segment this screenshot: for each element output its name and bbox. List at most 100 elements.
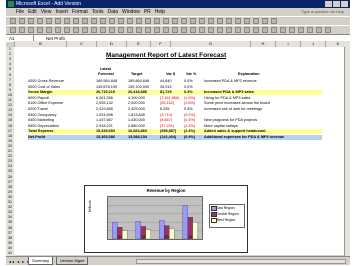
chart-bar[interactable] xyxy=(112,222,118,240)
row-header[interactable]: 11 xyxy=(6,98,14,102)
standard-toolbar-button-icon[interactable] xyxy=(46,18,52,24)
row-header[interactable]: 38 xyxy=(6,236,14,240)
row-header[interactable]: 5 xyxy=(6,67,14,71)
formatting-toolbar-button-icon[interactable] xyxy=(208,27,214,33)
standard-toolbar-button-icon[interactable] xyxy=(10,18,16,24)
formatting-toolbar-button-icon[interactable] xyxy=(307,27,313,33)
maximize-button[interactable] xyxy=(333,1,340,7)
row-header[interactable]: 3 xyxy=(6,57,14,61)
row-header[interactable]: 25 xyxy=(6,169,14,173)
formatting-toolbar-button-icon[interactable] xyxy=(64,27,70,33)
standard-toolbar-button-icon[interactable] xyxy=(181,18,187,24)
formatting-toolbar-button-icon[interactable] xyxy=(163,27,169,33)
standard-toolbar-button-icon[interactable] xyxy=(217,18,223,24)
row-header[interactable]: 27 xyxy=(6,180,14,184)
close-button[interactable] xyxy=(341,1,348,7)
formatting-toolbar-button-icon[interactable] xyxy=(73,27,79,33)
menu-view[interactable]: View xyxy=(41,8,52,16)
standard-toolbar-button-icon[interactable] xyxy=(100,18,106,24)
table-row[interactable]: Total Expense 15,349,653 16,663,860 (398,85… xyxy=(28,129,322,135)
row-header[interactable]: 15 xyxy=(6,118,14,122)
table-row[interactable]: Net Profit 15,365,586 15,588,154 (142,404) (… xyxy=(28,135,322,140)
row-header[interactable]: 8 xyxy=(6,83,14,87)
row-header[interactable]: 14 xyxy=(6,113,14,117)
formatting-toolbar-button-icon[interactable] xyxy=(280,27,286,33)
menu-pr[interactable]: PR xyxy=(144,8,151,16)
standard-toolbar-button-icon[interactable] xyxy=(271,18,277,24)
standard-toolbar-button-icon[interactable] xyxy=(73,18,79,24)
row-header[interactable]: 41 xyxy=(6,251,14,255)
row-header[interactable]: 39 xyxy=(6,241,14,245)
row-header[interactable]: 26 xyxy=(6,175,14,179)
table-row[interactable]: 5000 Cost of Sales 149,878,190 139,100,000… xyxy=(28,85,322,90)
formatting-toolbar-button-icon[interactable] xyxy=(244,27,250,33)
standard-toolbar-button-icon[interactable] xyxy=(28,18,34,24)
standard-toolbar-button-icon[interactable] xyxy=(253,18,259,24)
standard-toolbar-button-icon[interactable] xyxy=(19,18,25,24)
row-header[interactable]: 19 xyxy=(6,139,14,143)
formatting-toolbar-button-icon[interactable] xyxy=(91,27,97,33)
formatting-toolbar-button-icon[interactable] xyxy=(226,27,232,33)
row-header[interactable]: 23 xyxy=(6,159,14,163)
row-header[interactable]: 28 xyxy=(6,185,14,189)
standard-toolbar-button-icon[interactable] xyxy=(199,18,205,24)
standard-toolbar-button-icon[interactable] xyxy=(109,18,115,24)
formatting-toolbar-button-icon[interactable] xyxy=(289,27,295,33)
row-header[interactable]: 33 xyxy=(6,210,14,214)
formatting-toolbar-button-icon[interactable] xyxy=(262,27,268,33)
row-header[interactable]: 21 xyxy=(6,149,14,153)
row-header[interactable]: 31 xyxy=(6,200,14,204)
formatting-toolbar-button-icon[interactable] xyxy=(118,27,124,33)
standard-toolbar-button-icon[interactable] xyxy=(154,18,160,24)
row-header[interactable]: 9 xyxy=(6,88,14,92)
formatting-toolbar-button-icon[interactable] xyxy=(199,27,205,33)
formatting-toolbar-button-icon[interactable] xyxy=(136,27,142,33)
standard-toolbar-button-icon[interactable] xyxy=(55,18,61,24)
row-header[interactable]: 30 xyxy=(6,195,14,199)
standard-toolbar-button-icon[interactable] xyxy=(118,18,124,24)
menu-data[interactable]: Data xyxy=(107,8,118,16)
chart-bar[interactable] xyxy=(169,228,175,240)
menu-format[interactable]: Format xyxy=(72,8,88,16)
row-header[interactable]: 18 xyxy=(6,134,14,138)
formatting-toolbar-button-icon[interactable] xyxy=(82,27,88,33)
vertical-scrollbar[interactable] xyxy=(344,47,350,256)
row-header[interactable]: 34 xyxy=(6,215,14,219)
table-row[interactable]: Gross Margin 20,715,219 20,418,686 81,729 0.… xyxy=(28,90,322,96)
horizontal-scrollbar[interactable] xyxy=(136,259,346,264)
row-header[interactable]: 1 xyxy=(6,47,14,51)
standard-toolbar-button-icon[interactable] xyxy=(64,18,70,24)
standard-toolbar-button-icon[interactable] xyxy=(235,18,241,24)
standard-toolbar-button-icon[interactable] xyxy=(244,18,250,24)
row-header[interactable]: 16 xyxy=(6,124,14,128)
chart-bar[interactable] xyxy=(122,230,128,240)
row-header[interactable]: 29 xyxy=(6,190,14,194)
formatting-toolbar-button-icon[interactable] xyxy=(127,27,133,33)
menu-file[interactable]: File xyxy=(16,8,24,16)
formatting-toolbar-button-icon[interactable] xyxy=(217,27,223,33)
help-question-box[interactable]: Type a question for help xyxy=(301,8,344,16)
formatting-toolbar-button-icon[interactable] xyxy=(55,27,61,33)
formatting-toolbar-button-icon[interactable] xyxy=(19,27,25,33)
formatting-toolbar-button-icon[interactable] xyxy=(46,27,52,33)
revenue-chart[interactable]: Revenue by Region Millions Q1 Q2 Q3 Q4 East… xyxy=(84,185,248,253)
standard-toolbar-button-icon[interactable] xyxy=(172,18,178,24)
formatting-toolbar-button-icon[interactable] xyxy=(271,27,277,33)
row-header[interactable]: 2 xyxy=(6,52,14,56)
row-header[interactable]: 22 xyxy=(6,154,14,158)
formatting-toolbar-button-icon[interactable] xyxy=(100,27,106,33)
row-header[interactable]: 32 xyxy=(6,205,14,209)
row-header[interactable]: 6 xyxy=(6,73,14,77)
table-row[interactable]: 6500 Depreciation 2,918,221 2,880,000 (37,2… xyxy=(28,124,322,129)
standard-toolbar-button-icon[interactable] xyxy=(145,18,151,24)
standard-toolbar-button-icon[interactable] xyxy=(91,18,97,24)
formatting-toolbar-button-icon[interactable] xyxy=(109,27,115,33)
standard-toolbar-button-icon[interactable] xyxy=(163,18,169,24)
table-row[interactable]: 6100 Office Expense 2,005,142 2,000,000 (55… xyxy=(28,101,322,106)
menu-help[interactable]: Help xyxy=(155,8,165,16)
row-header[interactable]: 4 xyxy=(6,62,14,66)
row-header[interactable]: 7 xyxy=(6,78,14,82)
formatting-toolbar-button-icon[interactable] xyxy=(325,27,331,33)
row-header[interactable]: 20 xyxy=(6,144,14,148)
standard-toolbar-button-icon[interactable] xyxy=(190,18,196,24)
